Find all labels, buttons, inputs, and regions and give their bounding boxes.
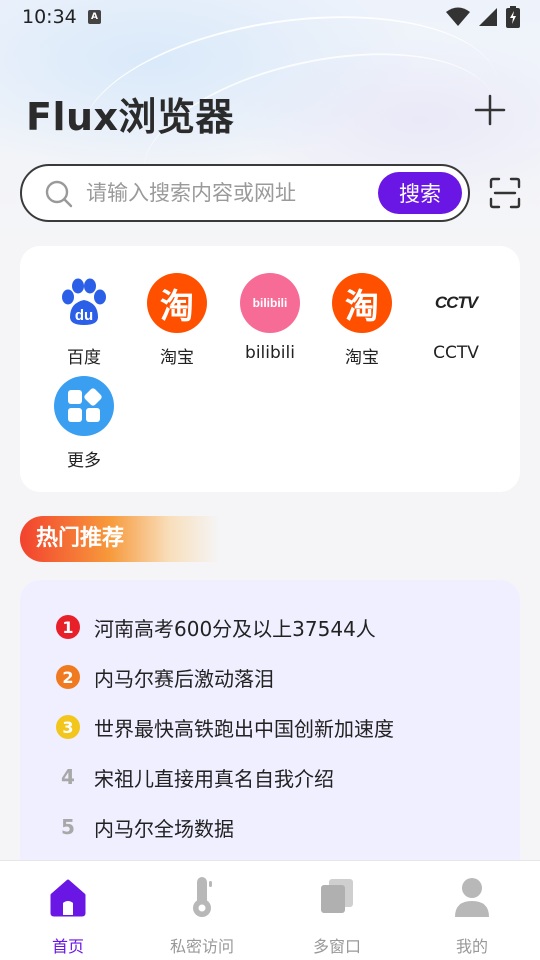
nav-home[interactable]: 首页: [8, 875, 128, 956]
shortcut-label: 百度: [67, 348, 101, 368]
rank-badge: 2: [56, 665, 80, 689]
shortcut-bilibili[interactable]: bilibili bilibili: [224, 273, 316, 373]
shortcut-label: bilibili: [245, 343, 295, 363]
taobao-icon: 淘: [147, 273, 207, 333]
nav-label: 多窗口: [312, 937, 361, 956]
baidu-paw-icon: du: [54, 273, 114, 333]
shortcut-label: 更多: [67, 451, 101, 471]
shortcut-cctv[interactable]: CCTV CCTV: [410, 273, 502, 373]
shortcut-baidu[interactable]: du 百度: [38, 273, 130, 373]
taobao-icon: 淘: [332, 273, 392, 333]
status-time: 10:34: [22, 6, 77, 28]
shortcut-taobao[interactable]: 淘 淘宝: [131, 273, 223, 373]
hot-item-text: 世界最快高铁跑出中国创新加速度: [94, 716, 394, 741]
rank-number: 5: [61, 815, 75, 839]
bilibili-icon: bilibili: [240, 273, 300, 333]
rank-badge: 3: [56, 715, 80, 739]
nav-profile[interactable]: 我的: [412, 875, 532, 956]
hot-item-text: 内马尔全场数据: [94, 816, 234, 841]
hot-item[interactable]: 5 内马尔全场数据: [56, 810, 234, 844]
shortcut-label: 淘宝: [345, 348, 379, 368]
rank-number: 4: [61, 765, 75, 789]
hot-item-text: 内马尔赛后激动落泪: [94, 666, 274, 691]
shortcut-more[interactable]: 更多: [38, 376, 130, 476]
cctv-icon: CCTV: [434, 293, 478, 312]
hot-item[interactable]: 4 宋祖儿直接用真名自我介绍: [56, 760, 334, 794]
scan-button[interactable]: [488, 176, 522, 210]
nav-label: 我的: [455, 937, 488, 956]
rank-badge: 1: [56, 615, 80, 639]
shortcut-taobao-2[interactable]: 淘 淘宝: [316, 273, 408, 373]
plus-icon: [474, 94, 506, 126]
scan-icon: [489, 177, 521, 209]
nav-multi-window[interactable]: 多窗口: [277, 875, 397, 956]
nav-private[interactable]: 私密访问: [142, 875, 262, 956]
accessibility-a-icon: A: [88, 10, 101, 24]
nav-label: 私密访问: [169, 937, 234, 956]
shortcut-label: CCTV: [433, 343, 479, 363]
status-bar: 10:34 A: [0, 0, 540, 34]
status-icons: [446, 6, 520, 28]
shortcuts-card: du 百度 淘 淘宝 bilibili bilibili 淘 淘宝 CCTV C…: [20, 246, 520, 492]
hot-item-text: 宋祖儿直接用真名自我介绍: [94, 766, 334, 791]
search-input[interactable]: [86, 174, 376, 212]
user-icon: [455, 878, 489, 917]
add-tab-button[interactable]: [470, 90, 510, 130]
battery-icon: [506, 6, 520, 28]
shortcut-label: 淘宝: [160, 348, 194, 368]
hot-item[interactable]: 1 河南高考600分及以上37544人: [56, 610, 376, 644]
hot-list: 1 河南高考600分及以上37544人 2 内马尔赛后激动落泪 3 世界最快高铁…: [20, 580, 520, 880]
wifi-icon: [446, 7, 470, 26]
search-bar: 搜索: [20, 164, 470, 222]
search-button[interactable]: 搜索: [378, 172, 462, 214]
search-icon: [45, 180, 73, 208]
svg-text:du: du: [75, 307, 93, 324]
bottom-nav: 首页 私密访问 多窗口 我的: [0, 860, 540, 960]
more-apps-icon: [54, 376, 114, 436]
hot-section-title: 热门推荐: [20, 516, 220, 562]
hot-item[interactable]: 2 内马尔赛后激动落泪: [56, 660, 274, 694]
multi-window-icon: [321, 879, 353, 913]
home-icon: [50, 879, 86, 917]
hot-item[interactable]: 3 世界最快高铁跑出中国创新加速度: [56, 710, 394, 744]
thermometer-key-icon: [193, 877, 212, 917]
hot-item-text: 河南高考600分及以上37544人: [94, 616, 376, 641]
signal-icon: [479, 8, 497, 26]
app-title: Flux浏览器: [26, 95, 235, 139]
nav-label: 首页: [51, 937, 84, 956]
